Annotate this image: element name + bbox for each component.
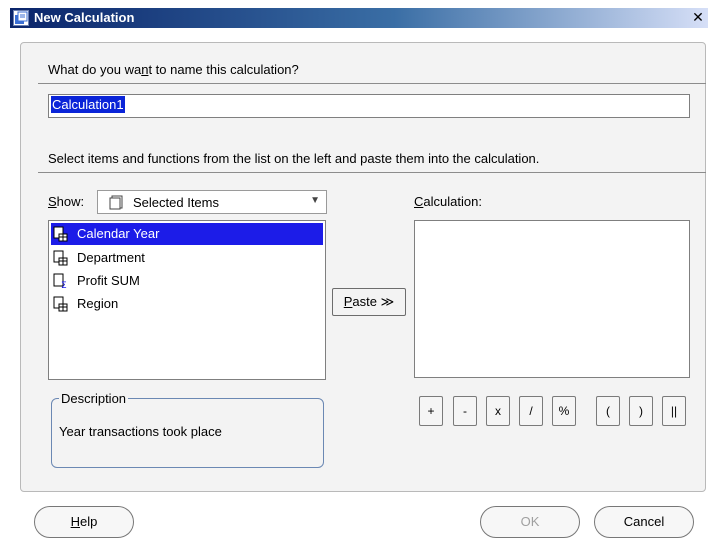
item-label: Region	[77, 296, 119, 311]
app-icon	[13, 10, 29, 26]
calculation-name-field[interactable]: Calculation1	[48, 94, 690, 118]
list-item[interactable]: Σ Profit SUM	[51, 270, 323, 292]
sum-icon: Σ	[53, 273, 69, 292]
operator-divide-button[interactable]: /	[519, 396, 543, 426]
chevron-down-icon: ▼	[310, 195, 320, 206]
show-label: Show:	[48, 194, 85, 209]
calculation-editor[interactable]	[414, 220, 690, 378]
item-label: Calendar Year	[77, 226, 160, 241]
double-chevron-right-icon: ≫	[380, 294, 395, 309]
operator-open-paren-button[interactable]: (	[596, 396, 620, 426]
calculation-label: Calculation:	[414, 194, 482, 209]
list-item[interactable]: Department	[51, 247, 323, 269]
name-prompt: What do you want to name this calculatio…	[48, 62, 299, 77]
svg-text:Σ: Σ	[61, 281, 67, 289]
item-icon	[53, 226, 69, 245]
instructions-text: Select items and functions from the list…	[48, 151, 540, 166]
operator-minus-button[interactable]: -	[453, 396, 477, 426]
cancel-button[interactable]: Cancel	[594, 506, 694, 538]
operator-plus-button[interactable]: +	[419, 396, 443, 426]
close-icon[interactable]: ✕	[690, 10, 706, 25]
operator-close-paren-button[interactable]: )	[629, 396, 653, 426]
item-label: Profit SUM	[77, 273, 140, 288]
operator-multiply-button[interactable]: x	[486, 396, 510, 426]
description-text: Year transactions took place	[59, 424, 222, 439]
item-icon	[53, 296, 69, 315]
list-item[interactable]: Calendar Year	[51, 223, 323, 245]
operator-percent-button[interactable]: %	[552, 396, 576, 426]
item-label: Department	[77, 250, 145, 265]
window-title: New Calculation	[34, 10, 135, 25]
help-button[interactable]: Help	[34, 506, 134, 538]
show-dropdown[interactable]: Selected Items ▼	[97, 190, 327, 214]
operator-concat-button[interactable]: ||	[662, 396, 686, 426]
divider	[38, 172, 706, 173]
document-icon	[109, 195, 123, 213]
items-list[interactable]: Calendar Year Department Σ Profit SUM Re…	[48, 220, 326, 380]
list-item[interactable]: Region	[51, 293, 323, 315]
divider	[38, 83, 706, 84]
paste-button[interactable]: Paste ≫	[332, 288, 406, 316]
description-legend: Description	[59, 391, 129, 406]
ok-button[interactable]: OK	[480, 506, 580, 538]
show-selected-value: Selected Items	[133, 195, 219, 210]
item-icon	[53, 250, 69, 269]
calculation-name-value: Calculation1	[51, 96, 125, 113]
title-bar: New Calculation ✕	[10, 8, 708, 28]
